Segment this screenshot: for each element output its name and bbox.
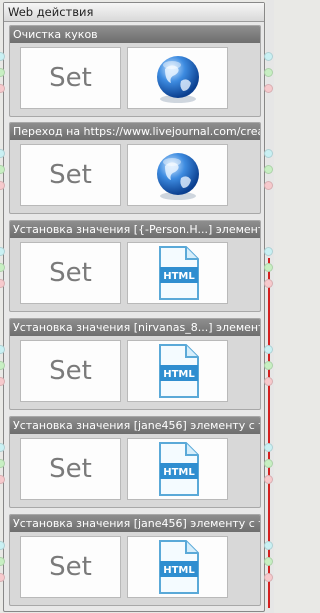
port-error[interactable] xyxy=(0,279,5,288)
action-block-set-value[interactable]: Установка значения [jane456] элементу с … xyxy=(9,514,261,606)
globe-icon xyxy=(127,47,228,109)
port-output[interactable] xyxy=(264,443,273,452)
port-success[interactable] xyxy=(264,165,273,174)
block-title: Установка значения [jane456] элементу с … xyxy=(10,515,260,532)
set-button[interactable]: Set xyxy=(20,47,121,109)
port-input[interactable] xyxy=(0,443,5,452)
port-input[interactable] xyxy=(0,149,5,158)
set-button[interactable]: Set xyxy=(20,438,121,500)
port-error[interactable] xyxy=(264,573,273,582)
input-ports[interactable] xyxy=(0,345,5,405)
port-error[interactable] xyxy=(264,279,273,288)
port-error[interactable] xyxy=(264,181,273,190)
port-success[interactable] xyxy=(0,557,5,566)
html-file-icon: HTML xyxy=(127,536,228,598)
panel-title: Web действия xyxy=(4,3,264,22)
globe-icon xyxy=(127,144,228,206)
output-ports[interactable] xyxy=(264,52,273,112)
output-ports[interactable] xyxy=(264,541,273,601)
svg-text:HTML: HTML xyxy=(163,565,195,576)
port-output[interactable] xyxy=(264,52,273,61)
action-block-navigate[interactable]: Переход на https://www.livejournal.com/c… xyxy=(9,122,261,214)
port-success[interactable] xyxy=(264,459,273,468)
set-button[interactable]: Set xyxy=(20,242,121,304)
port-success[interactable] xyxy=(0,165,5,174)
svg-text:HTML: HTML xyxy=(163,467,195,478)
port-success[interactable] xyxy=(264,557,273,566)
block-title: Установка значения [nirvanas_8...] элеме… xyxy=(10,319,260,336)
input-ports[interactable] xyxy=(0,149,5,209)
block-title: Переход на https://www.livejournal.com/c… xyxy=(10,123,260,140)
port-error[interactable] xyxy=(0,377,5,386)
block-title: Установка значения [{-Person.H...] элеме… xyxy=(10,221,260,238)
port-success[interactable] xyxy=(264,263,273,272)
port-output[interactable] xyxy=(264,345,273,354)
port-input[interactable] xyxy=(0,247,5,256)
port-error[interactable] xyxy=(0,475,5,484)
action-block-set-value[interactable]: Установка значения [jane456] элементу с … xyxy=(9,416,261,508)
web-actions-panel: Web действия Очистка куков Set Переход н… xyxy=(3,2,265,612)
html-file-icon: HTML xyxy=(127,340,228,402)
port-input[interactable] xyxy=(0,345,5,354)
port-success[interactable] xyxy=(0,68,5,77)
html-file-icon: HTML xyxy=(127,438,228,500)
output-ports[interactable] xyxy=(264,443,273,503)
action-block-clear-cookies[interactable]: Очистка куков Set xyxy=(9,25,261,117)
port-error[interactable] xyxy=(264,377,273,386)
input-ports[interactable] xyxy=(0,52,5,112)
port-success[interactable] xyxy=(0,263,5,272)
port-input[interactable] xyxy=(0,52,5,61)
port-success[interactable] xyxy=(264,361,273,370)
input-ports[interactable] xyxy=(0,443,5,503)
port-error[interactable] xyxy=(264,475,273,484)
port-output[interactable] xyxy=(264,149,273,158)
output-ports[interactable] xyxy=(264,149,273,209)
set-button[interactable]: Set xyxy=(20,536,121,598)
svg-text:HTML: HTML xyxy=(163,271,195,282)
port-input[interactable] xyxy=(0,541,5,550)
input-ports[interactable] xyxy=(0,541,5,601)
port-success[interactable] xyxy=(0,459,5,468)
output-ports[interactable] xyxy=(264,247,273,307)
port-success[interactable] xyxy=(264,68,273,77)
set-button[interactable]: Set xyxy=(20,144,121,206)
block-title: Установка значения [jane456] элементу с … xyxy=(10,417,260,434)
port-success[interactable] xyxy=(0,361,5,370)
port-error[interactable] xyxy=(0,573,5,582)
port-error[interactable] xyxy=(0,181,5,190)
block-title: Очистка куков xyxy=(10,26,260,43)
port-output[interactable] xyxy=(264,541,273,550)
port-output[interactable] xyxy=(264,247,273,256)
input-ports[interactable] xyxy=(0,247,5,307)
action-block-set-value[interactable]: Установка значения [nirvanas_8...] элеме… xyxy=(9,318,261,410)
set-button[interactable]: Set xyxy=(20,340,121,402)
output-ports[interactable] xyxy=(264,345,273,405)
port-error[interactable] xyxy=(0,84,5,93)
svg-text:HTML: HTML xyxy=(163,369,195,380)
action-block-set-value[interactable]: Установка значения [{-Person.H...] элеме… xyxy=(9,220,261,312)
html-file-icon: HTML xyxy=(127,242,228,304)
port-error[interactable] xyxy=(264,84,273,93)
